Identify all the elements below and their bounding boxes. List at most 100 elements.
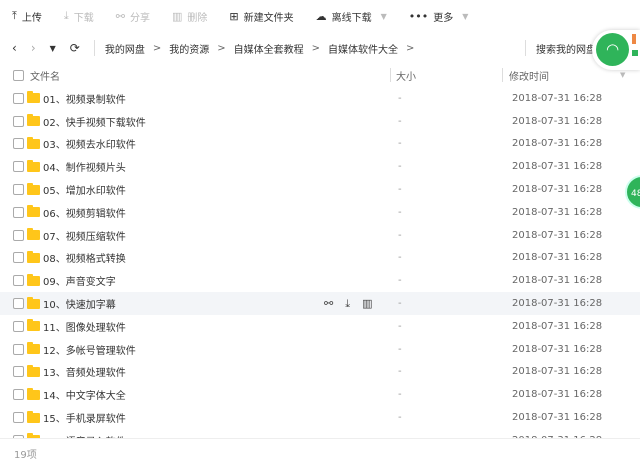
table-row[interactable]: 15、手机录屏软件 - 2018-07-31 16:28	[0, 406, 640, 429]
table-row[interactable]: 16、语音录入软件-2018-07-31 16:28	[0, 429, 640, 438]
breadcrumb-item[interactable]: 自媒体全套教程	[234, 41, 304, 56]
row-checkbox[interactable]	[13, 343, 24, 355]
file-name[interactable]: 11、图像处理软件	[43, 319, 126, 334]
file-name[interactable]: 01、视频录制软件	[43, 91, 126, 106]
file-size: -	[398, 229, 402, 241]
column-size[interactable]: 大小	[396, 68, 416, 83]
file-size: -	[398, 161, 402, 173]
row-checkbox[interactable]	[13, 206, 24, 218]
breadcrumb-item[interactable]: 自媒体软件大全	[328, 41, 398, 56]
forward-button[interactable]: ›	[31, 41, 36, 55]
row-checkbox[interactable]	[13, 366, 24, 378]
row-checkbox[interactable]	[13, 320, 24, 332]
folder-icon	[27, 159, 40, 172]
file-name[interactable]: 07、视频压缩软件	[43, 228, 126, 243]
table-row[interactable]: 13、音频处理软件 - 2018-07-31 16:28	[0, 361, 640, 384]
table-row[interactable]: 06、视频剪辑软件 - 2018-07-31 16:28	[0, 201, 640, 224]
file-name[interactable]: 10、快速加字幕	[43, 296, 116, 311]
column-divider[interactable]	[390, 68, 391, 82]
share-button[interactable]: ⚯ 分享	[116, 9, 150, 24]
row-checkbox[interactable]	[13, 229, 24, 241]
file-name[interactable]: 02、快手视频下载软件	[43, 114, 146, 129]
modified-time: 2018-07-31 16:28	[512, 138, 603, 150]
modified-time: 2018-07-31 16:28	[512, 298, 603, 310]
back-button[interactable]: ‹	[12, 41, 17, 55]
chevron-right-icon: >	[217, 42, 226, 54]
modified-time: 2018-07-31 16:28	[512, 229, 603, 241]
history-dropdown[interactable]: ▼	[50, 44, 56, 53]
download-icon[interactable]: ⤓	[345, 297, 350, 311]
table-row[interactable]: 07、视频压缩软件 - 2018-07-31 16:28	[0, 224, 640, 247]
row-checkbox[interactable]	[13, 275, 24, 287]
refresh-button[interactable]: ⟳	[70, 41, 80, 55]
cloud-icon: ☁	[315, 9, 327, 23]
download-button[interactable]: ⤓ 下载	[64, 9, 94, 24]
modified-time: 2018-07-31 16:28	[512, 366, 603, 378]
new-folder-button[interactable]: ⊞ 新建文件夹	[229, 9, 293, 24]
row-checkbox[interactable]	[13, 115, 24, 127]
file-name[interactable]: 12、多帐号管理软件	[43, 342, 136, 357]
upload-button[interactable]: ⤒ 上传	[12, 9, 42, 24]
column-time[interactable]: 修改时间	[509, 68, 549, 83]
download-icon: ⤓	[63, 9, 69, 22]
row-checkbox[interactable]	[13, 412, 24, 424]
row-checkbox[interactable]	[13, 298, 24, 310]
upload-icon: ⤒	[12, 9, 17, 22]
table-row[interactable]: 05、增加水印软件 - 2018-07-31 16:28	[0, 178, 640, 201]
row-actions: ⚯ ⤓ ▥	[324, 297, 373, 311]
select-all-checkbox[interactable]	[13, 69, 24, 81]
file-size: -	[398, 298, 402, 310]
file-name[interactable]: 04、制作视频片头	[43, 159, 126, 174]
row-checkbox[interactable]	[13, 389, 24, 401]
folder-icon	[27, 182, 40, 195]
folder-icon	[27, 273, 40, 286]
trash-icon[interactable]: ▥	[362, 297, 372, 311]
column-divider[interactable]	[502, 68, 503, 82]
file-size: -	[398, 92, 402, 104]
breadcrumb-item[interactable]: 我的资源	[169, 41, 209, 56]
status-bar: 19项	[0, 438, 640, 465]
offline-download-button[interactable]: ☁ 离线下载 ▼	[316, 9, 387, 24]
folder-icon	[27, 205, 40, 218]
row-checkbox[interactable]	[13, 184, 24, 196]
file-name[interactable]: 05、增加水印软件	[43, 182, 126, 197]
share-icon[interactable]: ⚯	[324, 297, 333, 311]
table-row[interactable]: 01、视频录制软件 - 2018-07-31 16:28	[0, 87, 640, 110]
file-name[interactable]: 09、声音变文字	[43, 273, 116, 288]
file-size: -	[398, 412, 402, 424]
table-row[interactable]: 03、视频去水印软件 - 2018-07-31 16:28	[0, 133, 640, 156]
row-checkbox[interactable]	[13, 161, 24, 173]
table-row[interactable]: 09、声音变文字 - 2018-07-31 16:28	[0, 269, 640, 292]
wifi-widget[interactable]: ◠	[592, 30, 640, 70]
file-name[interactable]: 06、视频剪辑软件	[43, 205, 126, 220]
delete-button[interactable]: ▥ 删除	[172, 9, 207, 24]
more-button[interactable]: ••• 更多 ▼	[409, 9, 469, 24]
file-size: -	[398, 275, 402, 287]
folder-icon	[27, 342, 40, 355]
row-checkbox[interactable]	[13, 92, 24, 104]
table-row[interactable]: 02、快手视频下载软件 - 2018-07-31 16:28	[0, 110, 640, 133]
row-checkbox[interactable]	[13, 138, 24, 150]
table-row[interactable]: 10、快速加字幕 ⚯ ⤓ ▥ - 2018-07-31 16:28	[0, 292, 640, 315]
modified-time: 2018-07-31 16:28	[512, 412, 603, 424]
file-name[interactable]: 03、视频去水印软件	[43, 136, 136, 151]
item-count: 19项	[14, 450, 37, 461]
table-row[interactable]: 12、多帐号管理软件 - 2018-07-31 16:28	[0, 338, 640, 361]
file-name[interactable]: 08、视频格式转换	[43, 250, 126, 265]
file-name[interactable]: 14、中文字体大全	[43, 387, 126, 402]
divider	[525, 40, 526, 56]
status-icon	[632, 50, 638, 56]
table-row[interactable]: 04、制作视频片头 - 2018-07-31 16:28	[0, 155, 640, 178]
table-row[interactable]: 08、视频格式转换 - 2018-07-31 16:28	[0, 247, 640, 270]
row-checkbox[interactable]	[13, 252, 24, 264]
table-row[interactable]: 11、图像处理软件 - 2018-07-31 16:28	[0, 315, 640, 338]
file-name[interactable]: 13、音频处理软件	[43, 364, 126, 379]
search-input[interactable]: 搜索我的网盘	[536, 41, 596, 56]
file-name[interactable]: 15、手机录屏软件	[43, 410, 126, 425]
table-row[interactable]: 14、中文字体大全 - 2018-07-31 16:28	[0, 383, 640, 406]
chevron-down-icon[interactable]: ▼	[620, 71, 625, 79]
column-name[interactable]: 文件名	[30, 68, 60, 83]
modified-time: 2018-07-31 16:28	[512, 320, 603, 332]
breadcrumb-item[interactable]: 我的网盘	[105, 41, 145, 56]
folder-icon	[27, 250, 40, 263]
